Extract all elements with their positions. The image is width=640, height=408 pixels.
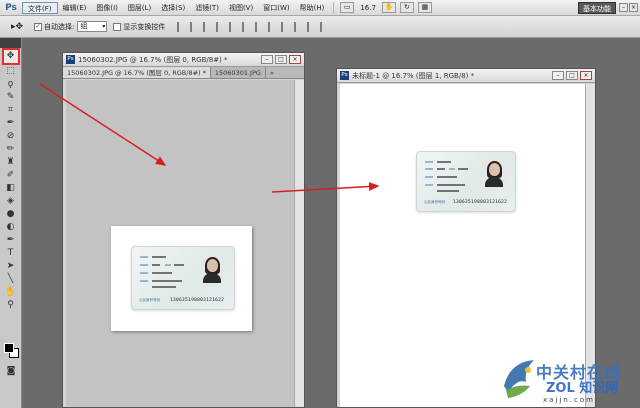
align-right-icon[interactable] [242,21,252,32]
vertical-scrollbar[interactable] [294,80,304,407]
pen-tool-icon[interactable]: ✒ [4,234,18,247]
workspace-button[interactable]: 基本功能 [578,2,616,14]
photoshop-logo: Ps [5,2,17,13]
ps-doc-icon: Ps [66,55,75,64]
document-1-title: 15060302.JPG @ 16.7% (图层 0, RGB/8#) * [78,55,228,64]
maximize-icon[interactable]: □ [566,71,578,80]
menu-filter[interactable]: 滤镜(T) [190,2,224,14]
crop-tool-icon[interactable]: ⌗ [4,104,18,117]
move-tool-icon[interactable]: ✥ [1,48,20,65]
document-2-titlebar[interactable]: Ps 未标题-1 @ 16.7% (图层 1, RGB/8) * – □ × [337,69,595,83]
marquee-tool-icon[interactable]: ⬚ [4,65,18,78]
hand-view-icon[interactable]: ✋ [381,2,396,13]
brush-tool-icon[interactable]: ✏ [4,143,18,156]
clone-stamp-icon[interactable]: ♜ [4,156,18,169]
show-transform-label: 显示变换控件 [123,22,166,31]
distribute-top-icon[interactable] [255,21,265,32]
maximize-icon[interactable]: □ [275,55,287,64]
align-top-icon[interactable] [177,21,187,32]
close-icon[interactable]: × [289,55,301,64]
card-number: 130635198803121622 [453,200,508,205]
id-card-image[interactable]: 公民身份号码 130635198803121622 [416,151,516,212]
close-icon[interactable]: × [580,71,592,80]
eraser-icon[interactable]: ◧ [4,182,18,195]
zoom-tool-icon[interactable]: ⚲ [4,299,18,312]
auto-select-label: 自动选择: [44,22,75,31]
distribute-bottom-icon[interactable] [281,21,291,32]
document-1-canvas[interactable]: 公民身份号码 130635198803121622 [66,80,294,407]
portrait-photo [201,256,223,283]
menu-layer[interactable]: 图层(L) [123,2,156,14]
watermark-subtitle: ZOL 知识网 [546,381,619,396]
quick-select-icon[interactable]: ✎ [4,91,18,104]
options-bar: ▸✥ ✓ 自动选择: 组 显示变换控件 [0,16,640,38]
menu-bar: Ps 文件(F) 编辑(E) 图像(I) 图层(L) 选择(S) 滤镜(T) 视… [0,0,640,16]
minimize-icon[interactable]: – [261,55,273,64]
menu-help[interactable]: 帮助(H) [295,2,330,14]
arrange-docs-icon[interactable]: ▦ [417,2,432,13]
document-window-1: Ps 15060302.JPG @ 16.7% (图层 0, RGB/8#) *… [62,52,305,408]
auto-select-dropdown[interactable]: 组 [77,21,108,32]
align-left-icon[interactable] [216,21,226,32]
zol-logo-icon [504,360,534,398]
quick-mask-icon[interactable]: ◙ [4,365,18,378]
minimize-app-icon[interactable]: – [619,3,628,12]
document-1-titlebar[interactable]: Ps 15060302.JPG @ 16.7% (图层 0, RGB/8#) *… [63,53,304,67]
menu-window[interactable]: 窗口(W) [258,2,294,14]
distribute-center-icon[interactable] [307,21,317,32]
distribute-middle-icon[interactable] [268,21,278,32]
menu-edit[interactable]: 编辑(E) [58,2,92,14]
menu-file[interactable]: 文件(F) [22,1,58,14]
lasso-tool-icon[interactable]: ϙ [4,78,18,91]
align-middle-icon[interactable] [190,21,200,32]
tabs-overflow-icon[interactable]: » [266,67,278,78]
zoom-level[interactable]: 16.7 [356,4,380,12]
portrait-photo [483,160,505,187]
align-center-icon[interactable] [229,21,239,32]
distribute-left-icon[interactable] [294,21,304,32]
foreground-color-swatch[interactable] [4,343,14,353]
card-number-label: 公民身份号码 [139,298,160,302]
tools-panel-header[interactable] [0,38,21,48]
tab-15060301[interactable]: 15060301.JPG [211,67,266,78]
id-card-image[interactable]: 公民身份号码 130635198803121622 [131,246,235,310]
align-bottom-icon[interactable] [203,21,213,32]
path-select-icon[interactable]: ➤ [4,260,18,273]
show-transform-checkbox[interactable] [113,22,122,31]
type-tool-icon[interactable]: T [4,247,18,260]
healing-brush-icon[interactable]: ⊘ [4,130,18,143]
document-window-2: Ps 未标题-1 @ 16.7% (图层 1, RGB/8) * – □ × 公… [336,68,596,408]
document-2-title: 未标题-1 @ 16.7% (图层 1, RGB/8) * [352,71,475,80]
dodge-icon[interactable]: ◐ [4,221,18,234]
screen-mode-icon[interactable]: ▭ [340,2,355,13]
auto-select-checkbox[interactable]: ✓ [34,22,42,31]
menu-select[interactable]: 选择(S) [156,2,190,14]
card-number: 130635198803121622 [170,298,225,303]
close-app-icon[interactable]: × [629,3,638,12]
rotate-view-icon[interactable]: ↻ [399,2,414,13]
move-tool-preset-icon[interactable]: ▸✥ [6,19,28,35]
watermark-url: xajjn.com [543,396,595,404]
gradient-icon[interactable]: ◈ [4,195,18,208]
align-buttons[interactable] [177,21,333,32]
blur-icon[interactable]: ● [4,208,18,221]
eyedropper-icon[interactable]: ✒ [4,117,18,130]
minimize-icon[interactable]: – [552,71,564,80]
distribute-right-icon[interactable] [320,21,330,32]
document-tabs: 15060302.JPG @ 16.7% (图层 0, RGB/8#) * 15… [63,67,304,79]
menu-image[interactable]: 图像(I) [91,2,123,14]
card-number-label: 公民身份号码 [424,200,445,204]
tab-15060302[interactable]: 15060302.JPG @ 16.7% (图层 0, RGB/8#) * [63,67,211,78]
shape-tool-icon[interactable]: ╲ [4,273,18,286]
tools-panel: ✥ ⬚ ϙ ✎ ⌗ ✒ ⊘ ✏ ♜ ✐ ◧ ◈ ● ◐ ✒ T ➤ ╲ ✋ ⚲ … [0,38,22,408]
hand-tool-icon[interactable]: ✋ [4,286,18,299]
image-canvas[interactable]: 公民身份号码 130635198803121622 [111,226,252,331]
history-brush-icon[interactable]: ✐ [4,169,18,182]
ps-doc-icon: Ps [340,71,349,80]
menu-view[interactable]: 视图(V) [224,2,258,14]
